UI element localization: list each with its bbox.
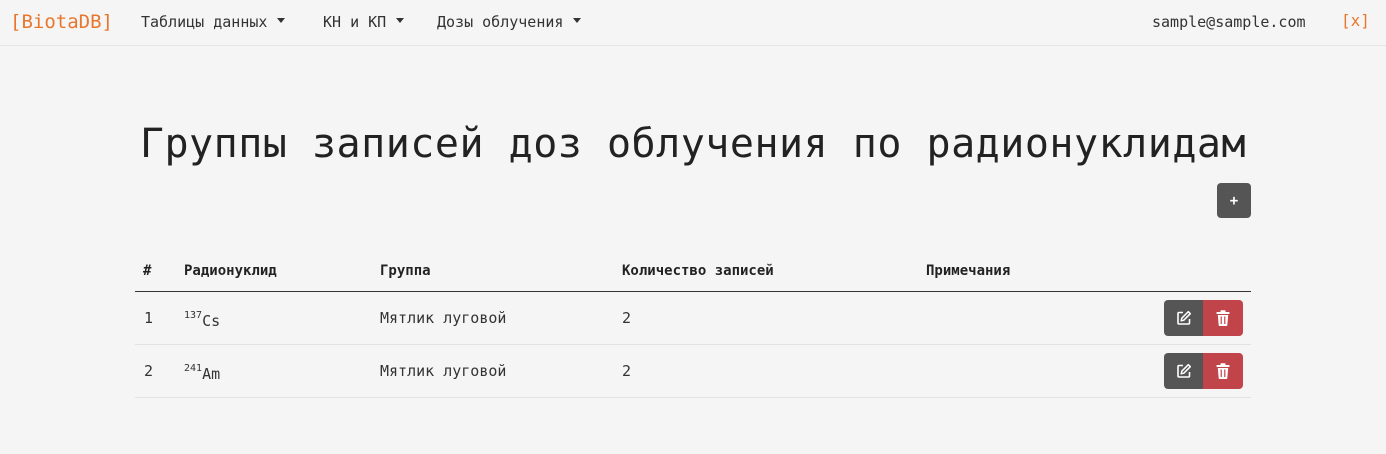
delete-button[interactable] <box>1203 300 1243 336</box>
nav-menu-data-tables[interactable]: Таблицы данных <box>141 12 286 32</box>
delete-button[interactable] <box>1203 353 1243 389</box>
column-header-count: Количество записей <box>622 263 774 279</box>
count-cell: 2 <box>622 362 632 380</box>
edit-icon <box>1176 310 1191 325</box>
row-number: 2 <box>144 362 154 380</box>
nav-menu-kn-kp[interactable]: КН и КП <box>323 12 405 32</box>
column-header-number: # <box>143 263 152 279</box>
nav-menu-doses[interactable]: Дозы облучения <box>437 12 582 32</box>
page-title: Группы записей доз облучения по радионук… <box>139 121 1247 167</box>
groups-table: # Радионуклид Группа Количество записей … <box>135 250 1251 398</box>
edit-button[interactable] <box>1164 300 1203 336</box>
row-number: 1 <box>144 309 154 327</box>
row-actions <box>1164 353 1243 389</box>
user-email[interactable]: sample@sample.com <box>1152 12 1306 32</box>
element-symbol: Am <box>202 365 221 383</box>
caret-down-icon <box>573 18 582 23</box>
table-row: 2 241Am Мятлик луговой 2 <box>135 345 1251 398</box>
trash-icon <box>1216 363 1230 379</box>
navbar: [BiotaDB] Таблицы данных КН и КП Дозы об… <box>0 0 1386 46</box>
add-group-button[interactable]: + <box>1217 183 1251 218</box>
caret-down-icon <box>277 18 286 23</box>
mass-number: 241 <box>184 363 203 374</box>
trash-icon <box>1216 310 1230 326</box>
element-symbol: Cs <box>202 312 221 330</box>
edit-icon <box>1176 363 1191 378</box>
nav-menu-label: Дозы облучения <box>437 13 564 31</box>
nav-menu-label: КН и КП <box>323 13 387 31</box>
group-cell: Мятлик луговой <box>380 362 507 380</box>
caret-down-icon <box>396 18 405 23</box>
group-cell: Мятлик луговой <box>380 309 507 327</box>
brand-logo[interactable]: [BiotaDB] <box>10 10 113 34</box>
table-row: 1 137Cs Мятлик луговой 2 <box>135 292 1251 345</box>
radionuclide-cell: 137Cs <box>184 308 220 331</box>
edit-button[interactable] <box>1164 353 1203 389</box>
nav-menu-label: Таблицы данных <box>141 13 268 31</box>
logout-button[interactable]: [x] <box>1341 11 1370 31</box>
mass-number: 137 <box>184 310 203 321</box>
radionuclide-cell: 241Am <box>184 361 220 384</box>
count-cell: 2 <box>622 309 632 327</box>
column-header-radionuclide: Радионуклид <box>184 263 277 279</box>
column-header-notes: Примечания <box>926 263 1011 279</box>
row-actions <box>1164 300 1243 336</box>
table-header: # Радионуклид Группа Количество записей … <box>135 250 1251 292</box>
column-header-group: Группа <box>380 263 431 279</box>
